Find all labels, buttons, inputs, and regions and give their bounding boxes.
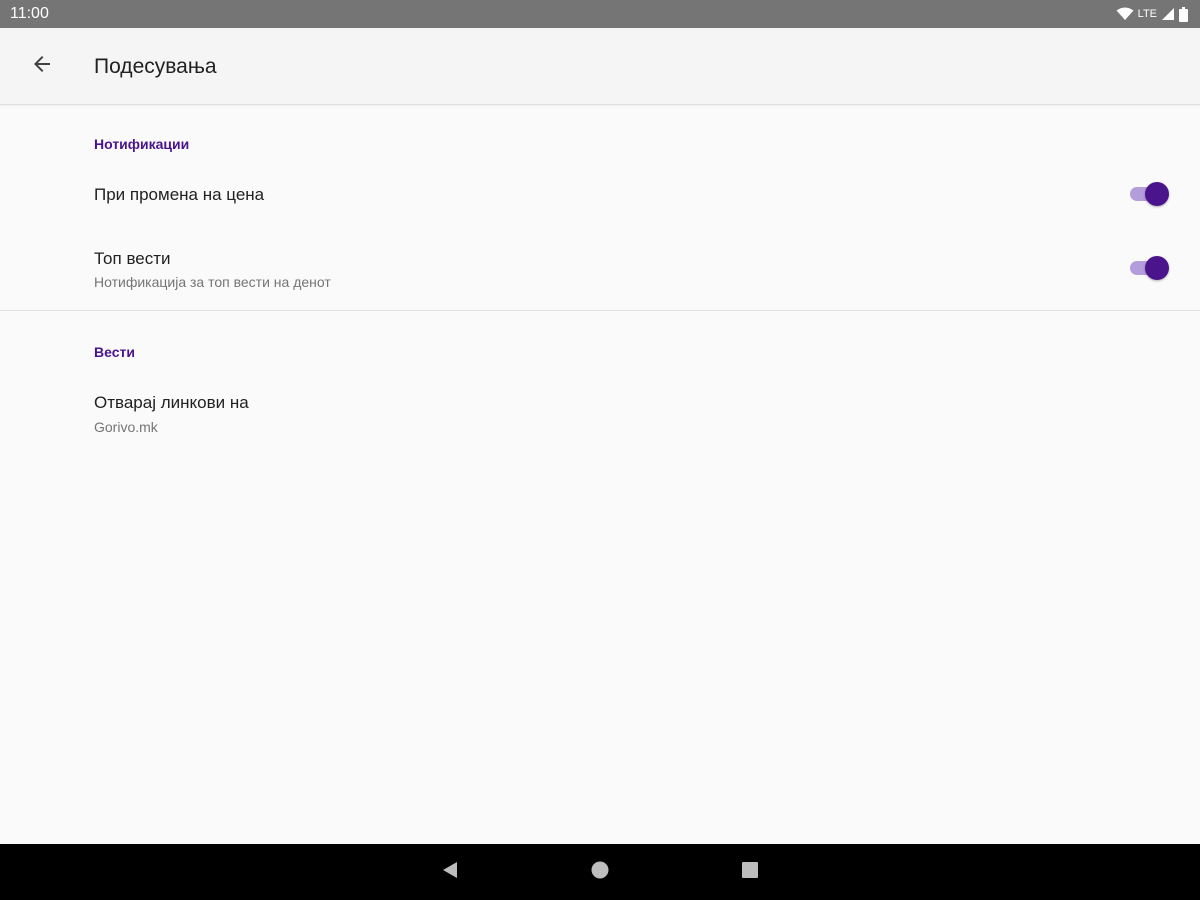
switch-thumb <box>1145 182 1169 206</box>
pref-open-links[interactable]: Отварај линкови на Gorivo.mk <box>0 380 1200 448</box>
nav-home-button[interactable] <box>588 860 612 884</box>
nav-back-button[interactable] <box>438 860 462 884</box>
pref-open-links-summary: Gorivo.mk <box>94 419 158 435</box>
signal-icon <box>1161 7 1175 21</box>
top-news-switch[interactable] <box>1130 256 1169 280</box>
switch-thumb <box>1145 256 1169 280</box>
pref-top-news-summary: Нотификација за топ вести на денот <box>94 274 331 290</box>
page-title: Подесувања <box>94 55 217 78</box>
pref-top-news[interactable]: Топ вести Нотификација за топ вести на д… <box>0 236 1200 304</box>
navigation-bar <box>0 844 1200 900</box>
battery-icon <box>1179 6 1188 22</box>
nav-recents-button[interactable] <box>738 860 762 884</box>
wifi-icon <box>1116 7 1134 21</box>
pref-price-change-title: При промена на цена <box>94 185 265 204</box>
back-button[interactable] <box>22 46 62 86</box>
recents-square-icon <box>741 861 759 884</box>
status-time: 11:00 <box>10 5 49 22</box>
status-icons: LTE <box>1116 5 1188 23</box>
price-change-switch[interactable] <box>1130 182 1169 206</box>
section-divider <box>0 310 1200 311</box>
status-bar: 11:00 LTE <box>0 0 1200 28</box>
back-triangle-icon <box>441 861 459 884</box>
pref-open-links-title: Отварај линкови на <box>94 393 249 412</box>
arrow-back-icon <box>32 54 52 79</box>
home-circle-icon <box>591 861 609 884</box>
section-header-notifications: Нотификации <box>94 136 190 152</box>
app-bar: Подесувања <box>0 28 1200 105</box>
section-header-news: Вести <box>94 344 135 360</box>
pref-price-change[interactable]: При промена на цена <box>0 168 1200 224</box>
network-type: LTE <box>1137 8 1157 20</box>
settings-screen: 11:00 LTE Подесувања Нотификации При про… <box>0 0 1200 900</box>
pref-top-news-title: Топ вести <box>94 249 171 268</box>
